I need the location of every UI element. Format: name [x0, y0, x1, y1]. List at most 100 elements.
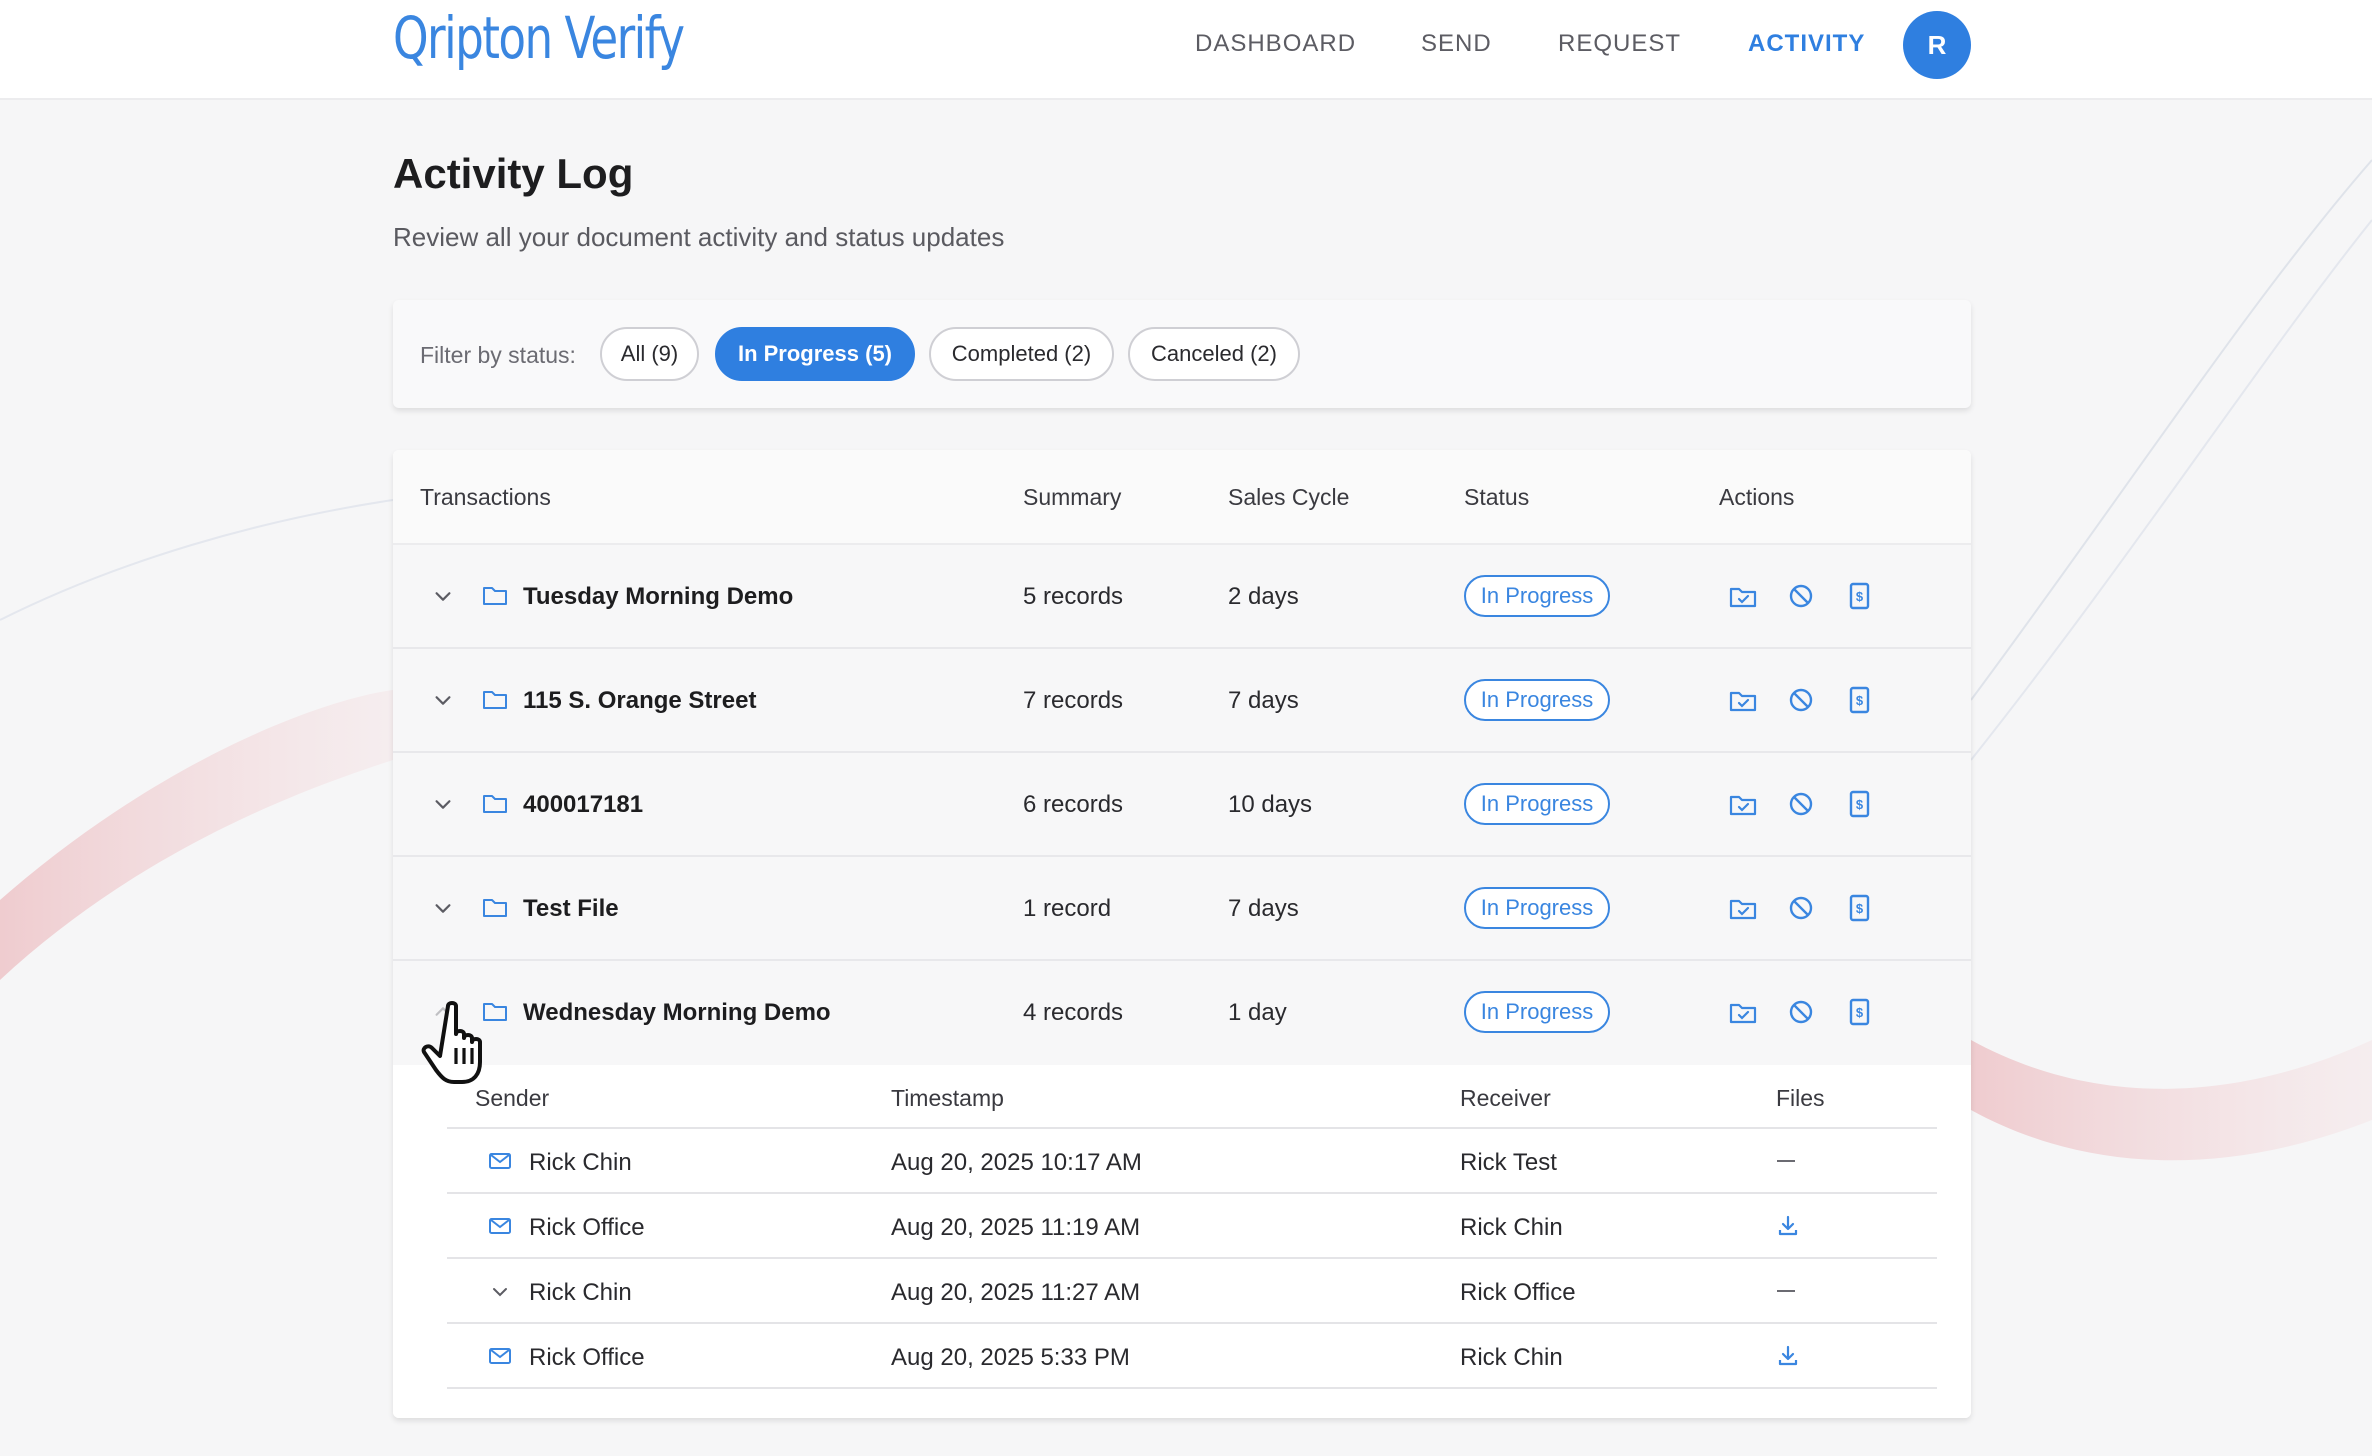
- page-subtitle: Review all your document activity and st…: [393, 222, 1005, 252]
- expand-chevron-icon[interactable]: [432, 689, 454, 711]
- table-row[interactable]: Tuesday Morning Demo 5 records 2 days In Pr…: [393, 545, 1971, 649]
- table-row[interactable]: Test File 1 record 7 days In Progress $: [393, 857, 1971, 961]
- transaction-sales-cycle: 10 days: [1228, 791, 1313, 818]
- document-dollar-icon[interactable]: $: [1844, 789, 1874, 819]
- detail-receiver: Rick Chin: [1460, 1344, 1563, 1371]
- svg-text:$: $: [1856, 589, 1864, 604]
- detail-row: Rick Office Aug 20, 2025 11:19 AM Rick Chi…: [447, 1194, 1937, 1259]
- detail-timestamp: Aug 20, 2025 11:27 AM: [891, 1279, 1141, 1306]
- nav-send[interactable]: SEND: [1421, 30, 1492, 70]
- cancel-icon[interactable]: [1786, 789, 1816, 819]
- detail-receiver: Rick Chin: [1460, 1214, 1563, 1241]
- folder-icon: [481, 893, 509, 921]
- user-avatar[interactable]: R: [1903, 11, 1971, 79]
- document-dollar-icon[interactable]: $: [1844, 581, 1874, 611]
- cancel-icon[interactable]: [1786, 893, 1816, 923]
- filter-chip-in-progress[interactable]: In Progress (5): [715, 327, 915, 381]
- svg-text:$: $: [1856, 1005, 1864, 1020]
- nav-dashboard[interactable]: DASHBOARD: [1195, 30, 1356, 70]
- detail-sender: Rick Office: [529, 1214, 645, 1241]
- detail-header-timestamp: Timestamp: [891, 1085, 1004, 1111]
- folder-icon: [481, 789, 509, 817]
- transaction-summary: 6 records: [1023, 791, 1124, 818]
- filter-chip-canceled[interactable]: Canceled (2): [1128, 327, 1300, 381]
- transaction-name[interactable]: Test File: [523, 895, 619, 923]
- cancel-icon[interactable]: [1786, 581, 1816, 611]
- document-dollar-icon[interactable]: $: [1844, 893, 1874, 923]
- app-logo[interactable]: Qripton Verify: [393, 4, 685, 72]
- detail-sender: Rick Chin: [529, 1149, 632, 1176]
- nav-activity[interactable]: ACTIVITY: [1748, 30, 1865, 70]
- filter-label: Filter by status:: [420, 342, 576, 368]
- detail-receiver: Rick Test: [1460, 1149, 1557, 1176]
- document-dollar-icon[interactable]: $: [1844, 997, 1874, 1027]
- transactions-table: Transactions Summary Sales Cycle Status …: [393, 450, 1971, 1418]
- svg-text:$: $: [1856, 901, 1864, 916]
- detail-receiver: Rick Office: [1460, 1279, 1576, 1306]
- detail-row: Rick Office Aug 20, 2025 5:33 PM Rick Chin: [447, 1324, 1937, 1389]
- transaction-name[interactable]: Tuesday Morning Demo: [523, 583, 793, 611]
- expand-chevron-icon[interactable]: [432, 585, 454, 607]
- table-row[interactable]: 115 S. Orange Street 7 records 7 days In Pr…: [393, 649, 1971, 753]
- status-badge: In Progress: [1464, 679, 1610, 721]
- status-filter-bar: Filter by status: All (9) In Progress (5…: [393, 300, 1971, 408]
- header-summary: Summary: [1023, 484, 1122, 510]
- detail-sender: Rick Chin: [529, 1279, 632, 1306]
- header-sales-cycle: Sales Cycle: [1228, 484, 1350, 510]
- page-title: Activity Log: [393, 150, 634, 197]
- mail-icon: [487, 1148, 513, 1179]
- header-transactions: Transactions: [420, 484, 551, 510]
- status-badge: In Progress: [1464, 575, 1610, 617]
- transaction-sales-cycle: 7 days: [1228, 895, 1299, 922]
- table-row[interactable]: 400017181 6 records 10 days In Progress $: [393, 753, 1971, 857]
- folder-check-icon[interactable]: [1728, 893, 1758, 923]
- detail-row: Rick Chin Aug 20, 2025 10:17 AM Rick Test: [447, 1129, 1937, 1194]
- detail-row: Rick Chin Aug 20, 2025 11:27 AM Rick Offic…: [447, 1259, 1937, 1324]
- status-badge: In Progress: [1464, 991, 1610, 1033]
- detail-sender: Rick Office: [529, 1344, 645, 1371]
- status-badge: In Progress: [1464, 887, 1610, 929]
- folder-check-icon[interactable]: [1728, 997, 1758, 1027]
- cancel-icon[interactable]: [1786, 685, 1816, 715]
- transaction-summary: 5 records: [1023, 583, 1124, 610]
- folder-icon: [481, 685, 509, 713]
- transaction-summary: 7 records: [1023, 687, 1124, 714]
- no-file-dash: [1777, 1160, 1795, 1162]
- nav-request[interactable]: REQUEST: [1558, 30, 1681, 70]
- document-dollar-icon[interactable]: $: [1844, 685, 1874, 715]
- detail-header-receiver: Receiver: [1460, 1085, 1551, 1111]
- folder-check-icon[interactable]: [1728, 581, 1758, 611]
- table-header: Transactions Summary Sales Cycle Status …: [393, 450, 1971, 545]
- table-row[interactable]: Wednesday Morning Demo 4 records 1 day In P…: [393, 961, 1971, 1065]
- hand-cursor-icon: [421, 1001, 482, 1084]
- transaction-sales-cycle: 2 days: [1228, 583, 1299, 610]
- header-status: Status: [1464, 484, 1530, 510]
- folder-check-icon[interactable]: [1728, 685, 1758, 715]
- transaction-summary: 4 records: [1023, 999, 1124, 1026]
- detail-timestamp: Aug 20, 2025 10:17 AM: [891, 1149, 1142, 1176]
- folder-check-icon[interactable]: [1728, 789, 1758, 819]
- cancel-icon[interactable]: [1786, 997, 1816, 1027]
- mail-icon: [487, 1213, 513, 1244]
- filter-chip-completed[interactable]: Completed (2): [929, 327, 1114, 381]
- expand-chevron-icon[interactable]: [432, 793, 454, 815]
- transaction-sales-cycle: 7 days: [1228, 687, 1299, 714]
- transaction-summary: 1 record: [1023, 895, 1112, 922]
- no-file-dash: [1777, 1290, 1795, 1292]
- detail-header-files: Files: [1776, 1085, 1825, 1111]
- filter-chip-all[interactable]: All (9): [600, 327, 699, 381]
- status-badge: In Progress: [1464, 783, 1610, 825]
- header-actions: Actions: [1719, 484, 1795, 510]
- folder-icon: [481, 581, 509, 609]
- check-icon: [487, 1278, 513, 1309]
- transaction-name[interactable]: 115 S. Orange Street: [523, 687, 756, 715]
- mail-icon: [487, 1343, 513, 1374]
- transaction-name[interactable]: Wednesday Morning Demo: [523, 999, 831, 1027]
- detail-timestamp: Aug 20, 2025 5:33 PM: [891, 1344, 1130, 1371]
- download-icon[interactable]: [1775, 1343, 1801, 1374]
- expanded-detail-panel: Sender Timestamp Receiver Files Rick Chi…: [393, 1073, 1971, 1418]
- transaction-name[interactable]: 400017181: [523, 791, 643, 819]
- download-icon[interactable]: [1775, 1213, 1801, 1244]
- expand-chevron-icon[interactable]: [432, 897, 454, 919]
- top-navigation-bar: Qripton Verify DASHBOARD SEND REQUEST AC…: [0, 0, 2372, 100]
